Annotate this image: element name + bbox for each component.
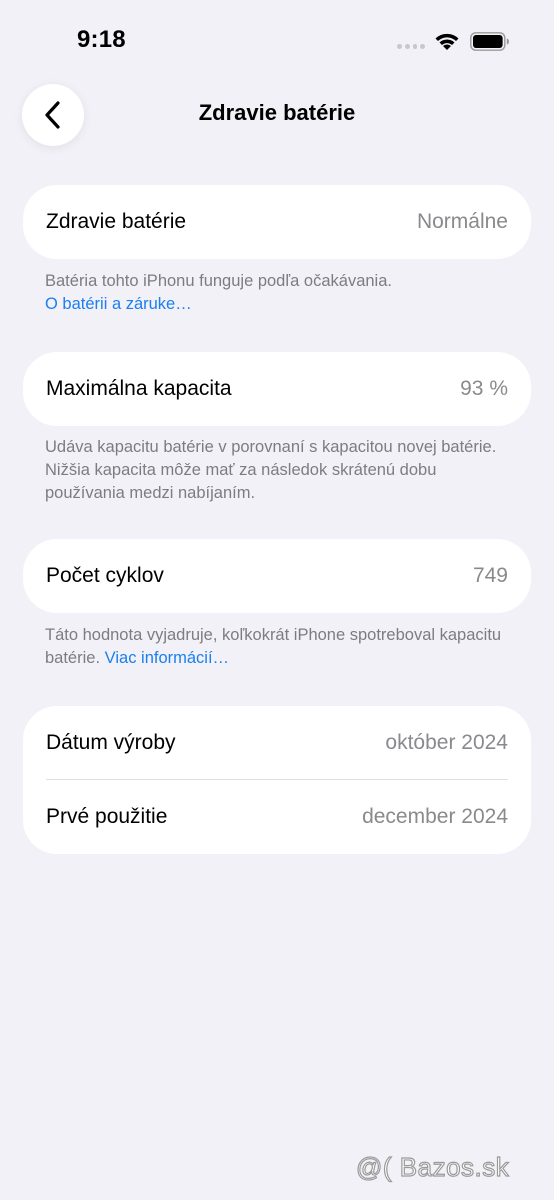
status-bar: 9:18 (0, 0, 554, 84)
cycle-count-value: 749 (472, 564, 508, 587)
battery-health-footnote: Batéria tohto iPhonu funguje podľa očaká… (45, 270, 515, 316)
cycle-count-row: Počet cyklov 749 (23, 539, 531, 613)
battery-health-card: Zdravie batérie Normálne (23, 185, 531, 259)
first-use-label: Prvé použitie (46, 805, 168, 828)
manufacture-date-value: október 2024 (385, 731, 508, 754)
battery-warranty-link[interactable]: O batérii a záruke… (45, 295, 192, 313)
cellular-signal-icon (397, 44, 425, 50)
battery-health-label: Zdravie batérie (46, 210, 187, 233)
max-capacity-footnote: Udáva kapacitu batérie v porovnaní s kap… (45, 438, 497, 502)
page-title: Zdravie batérie (198, 100, 356, 125)
cycle-count-footnote: Táto hodnota vyjadruje, koľkokrát iPhone… (45, 624, 515, 670)
cycle-count-card: Počet cyklov 749 (23, 539, 531, 613)
battery-health-value: Normálne (416, 210, 508, 233)
manufacture-date-label: Dátum výroby (46, 731, 176, 754)
first-use-value: december 2024 (362, 805, 508, 828)
dates-card: Dátum výroby október 2024 Prvé použitie … (23, 706, 531, 854)
manufacture-date-row: Dátum výroby október 2024 (23, 706, 531, 780)
cycle-count-label: Počet cyklov (46, 564, 164, 587)
max-capacity-label: Maximálna kapacita (46, 377, 232, 400)
first-use-row: Prvé použitie december 2024 (23, 780, 531, 854)
battery-icon (470, 32, 509, 51)
max-capacity-value: 93 % (460, 377, 508, 400)
wifi-icon (435, 33, 459, 50)
battery-health-row: Zdravie batérie Normálne (23, 185, 531, 259)
battery-health-description: Batéria tohto iPhonu funguje podľa očaká… (45, 272, 392, 290)
battery-health-screen: 9:18 Zdravie batérie Zdravie batérie Nor… (0, 0, 554, 1200)
status-time: 9:18 (77, 26, 126, 53)
max-capacity-card: Maximálna kapacita 93 % (23, 352, 531, 426)
more-info-link[interactable]: Viac informácií… (105, 649, 229, 667)
bazos-watermark: @( Bazos.sk (355, 1151, 510, 1182)
max-capacity-row: Maximálna kapacita 93 % (23, 352, 531, 426)
